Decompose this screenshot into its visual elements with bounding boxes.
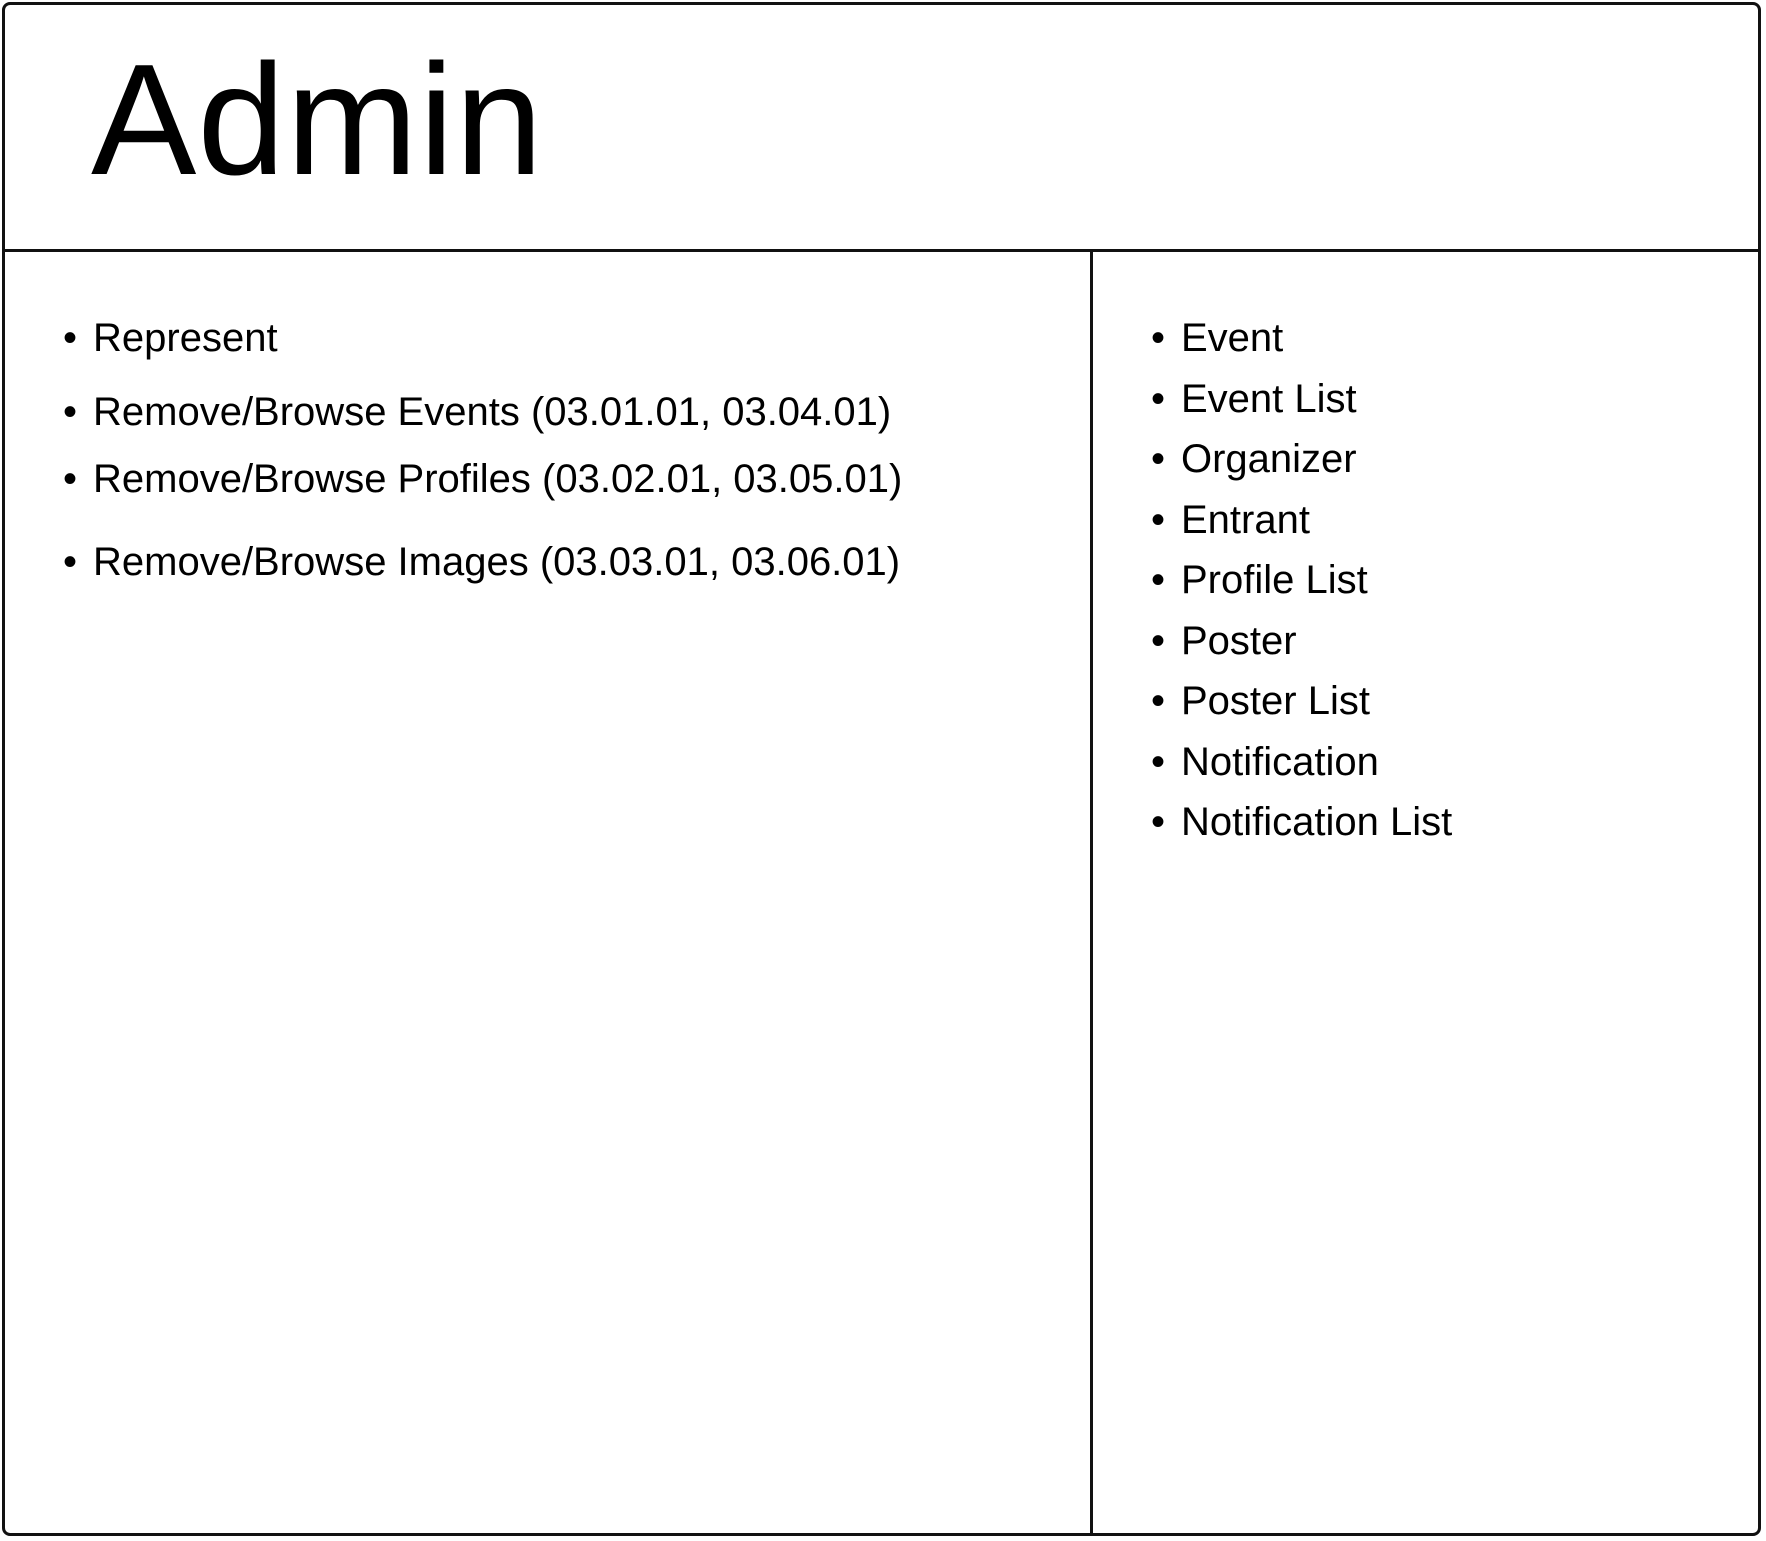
class-card: Admin • Represent • Remove/Browse Events (… bbox=[2, 2, 1761, 1536]
responsibility-item: • Remove/Browse Events (03.01.01, 03.04.0… bbox=[63, 392, 891, 432]
collaborator-item: • Entrant bbox=[1151, 500, 1310, 540]
collaborator-item: • Notification bbox=[1151, 742, 1379, 782]
collaborator-label: Notification List bbox=[1181, 800, 1453, 844]
responsibility-item: • Remove/Browse Profiles (03.02.01, 03.05… bbox=[63, 459, 902, 499]
collaborator-label: Notification bbox=[1181, 740, 1379, 784]
bullet-icon: • bbox=[63, 390, 78, 434]
collaborator-label: Poster bbox=[1181, 619, 1297, 663]
collaborator-item: • Event List bbox=[1151, 379, 1357, 419]
collaborator-item: • Notification List bbox=[1151, 802, 1452, 842]
bullet-icon: • bbox=[63, 457, 78, 501]
bullet-icon: • bbox=[63, 540, 78, 584]
bullet-icon: • bbox=[1151, 800, 1166, 844]
responsibility-label: Remove/Browse Events (03.01.01, 03.04.01… bbox=[93, 390, 892, 434]
bullet-icon: • bbox=[1151, 377, 1166, 421]
bullet-icon: • bbox=[1151, 740, 1166, 784]
responsibility-label: Remove/Browse Profiles (03.02.01, 03.05.… bbox=[93, 457, 903, 501]
bullet-icon: • bbox=[1151, 316, 1166, 360]
bullet-icon: • bbox=[1151, 619, 1166, 663]
responsibility-item: • Remove/Browse Images (03.03.01, 03.06.0… bbox=[63, 542, 900, 582]
card-header: Admin bbox=[5, 5, 1758, 252]
collaborator-label: Organizer bbox=[1181, 437, 1357, 481]
collaborator-label: Entrant bbox=[1181, 498, 1310, 542]
responsibility-label: Remove/Browse Images (03.03.01, 03.06.01… bbox=[93, 540, 901, 584]
bullet-icon: • bbox=[1151, 679, 1166, 723]
collaborator-label: Event List bbox=[1181, 377, 1357, 421]
collaborator-label: Event bbox=[1181, 316, 1284, 360]
bullet-icon: • bbox=[1151, 437, 1166, 481]
collaborator-item: • Poster bbox=[1151, 621, 1297, 661]
collaborator-item: • Event bbox=[1151, 318, 1283, 358]
class-title: Admin bbox=[91, 32, 544, 208]
column-divider bbox=[1090, 252, 1093, 1533]
collaborator-item: • Profile List bbox=[1151, 560, 1368, 600]
collaborator-label: Poster List bbox=[1181, 679, 1370, 723]
collaborator-label: Profile List bbox=[1181, 558, 1368, 602]
collaborator-item: • Poster List bbox=[1151, 681, 1370, 721]
responsibility-item: • Represent bbox=[63, 318, 278, 358]
collaborator-item: • Organizer bbox=[1151, 439, 1357, 479]
bullet-icon: • bbox=[1151, 498, 1166, 542]
bullet-icon: • bbox=[1151, 558, 1166, 602]
bullet-icon: • bbox=[63, 316, 78, 360]
responsibility-label: Represent bbox=[93, 316, 278, 360]
